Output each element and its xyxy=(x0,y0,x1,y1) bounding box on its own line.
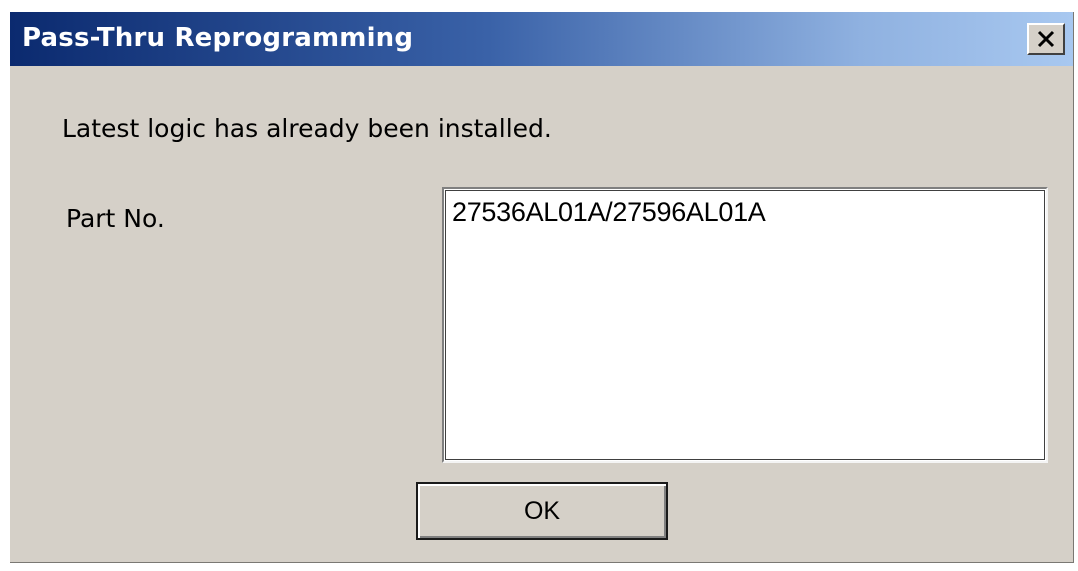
part-number-label: Part No. xyxy=(66,204,165,233)
close-button[interactable] xyxy=(1027,23,1065,55)
ok-button[interactable]: OK xyxy=(416,482,668,540)
title-bar[interactable]: Pass-Thru Reprogramming xyxy=(10,12,1073,66)
dialog-window: Pass-Thru Reprogramming Latest logic has… xyxy=(10,12,1074,563)
ok-button-label: OK xyxy=(523,497,561,525)
part-number-value: 27536AL01A/27596AL01A xyxy=(452,197,766,227)
part-number-textbox[interactable]: 27536AL01A/27596AL01A xyxy=(442,187,1048,463)
window-title: Pass-Thru Reprogramming xyxy=(22,23,414,53)
close-x-icon xyxy=(1037,30,1055,48)
status-message: Latest logic has already been installed. xyxy=(62,114,552,143)
